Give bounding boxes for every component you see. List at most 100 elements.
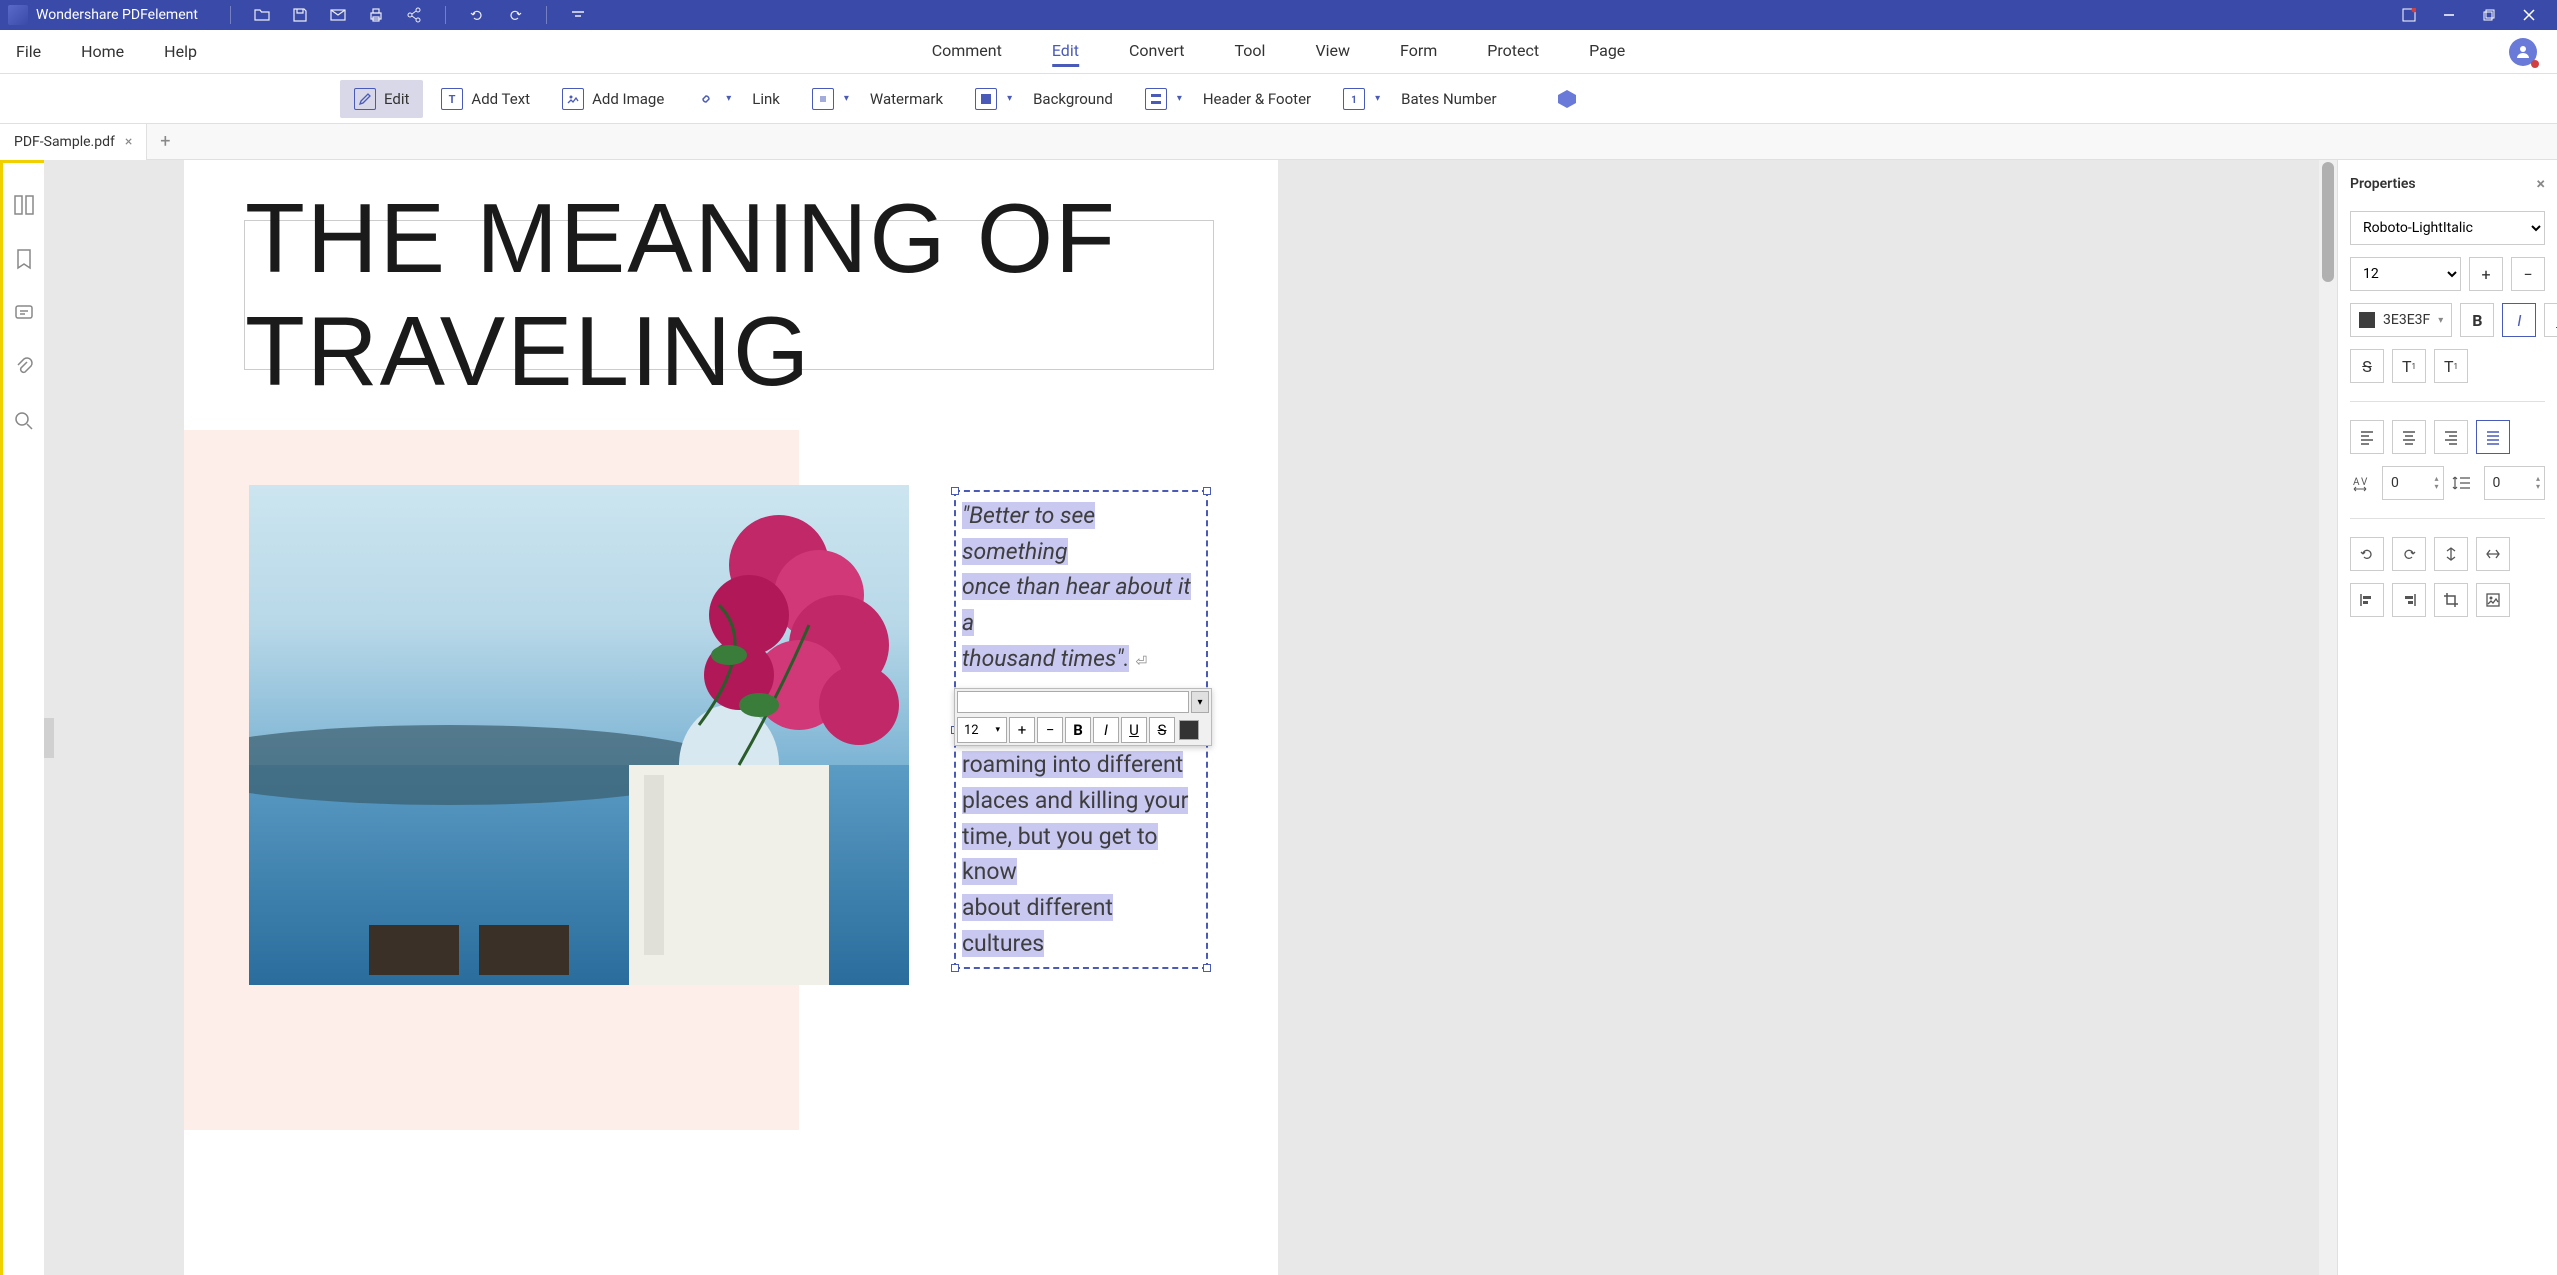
maximize-button[interactable] — [2469, 0, 2509, 30]
tool-add-image[interactable]: Add Image — [548, 80, 678, 118]
replace-image-button[interactable] — [2476, 583, 2510, 617]
notification-icon[interactable] — [2389, 0, 2429, 30]
decrease-size-button[interactable]: − — [1037, 717, 1063, 743]
comments-icon[interactable] — [12, 301, 36, 325]
image-placeholder[interactable] — [249, 485, 909, 985]
menu-form[interactable]: Form — [1400, 37, 1437, 67]
crop-button[interactable] — [2434, 583, 2468, 617]
app-logo — [8, 5, 28, 25]
document-tab[interactable]: PDF-Sample.pdf × — [0, 124, 147, 160]
underline-button[interactable]: U — [2544, 303, 2557, 337]
resize-handle[interactable] — [951, 964, 959, 972]
search-icon[interactable] — [12, 409, 36, 433]
floating-format-toolbar: ▾ 12▾ + − B I U S — [954, 688, 1212, 746]
menu-view[interactable]: View — [1315, 37, 1350, 67]
more-icon[interactable] — [569, 6, 587, 24]
edit-icon — [354, 88, 376, 110]
text-color-select[interactable]: 3E3E3F ▾ — [2350, 303, 2452, 337]
minimize-button[interactable] — [2429, 0, 2469, 30]
dropdown-arrow-icon[interactable]: ▾ — [726, 94, 736, 104]
menu-help[interactable]: Help — [164, 38, 197, 65]
tool-edit[interactable]: Edit — [340, 80, 423, 118]
dropdown-arrow-icon[interactable]: ▾ — [844, 94, 854, 104]
align-center-button[interactable] — [2392, 420, 2426, 454]
italic-button[interactable]: I — [2502, 303, 2536, 337]
text-color-swatch[interactable] — [1179, 720, 1199, 740]
resize-handle[interactable] — [951, 487, 959, 495]
font-size-select[interactable]: 12 — [2350, 257, 2461, 291]
strikethrough-button[interactable]: S — [2350, 349, 2384, 383]
undo-icon[interactable] — [468, 6, 486, 24]
separator — [230, 6, 231, 24]
strikethrough-button[interactable]: S — [1149, 717, 1175, 743]
tool-add-text[interactable]: T Add Text — [427, 80, 544, 118]
thumbnails-icon[interactable] — [12, 193, 36, 217]
dropdown-arrow-icon[interactable]: ▾ — [1177, 94, 1187, 104]
panel-close-icon[interactable]: × — [2537, 174, 2546, 193]
tool-background[interactable]: ▾ Background — [961, 80, 1127, 118]
tool-bates-number[interactable]: 1 ▾ Bates Number — [1329, 80, 1510, 118]
font-family-select[interactable] — [957, 691, 1189, 713]
increase-size-button[interactable]: + — [1009, 717, 1035, 743]
heading-text-box[interactable]: THE MEANING OF TRAVELING — [244, 220, 1214, 370]
redo-icon[interactable] — [506, 6, 524, 24]
menu-file[interactable]: File — [16, 38, 41, 65]
menu-convert[interactable]: Convert — [1129, 37, 1185, 67]
dropdown-arrow-icon[interactable]: ▾ — [1191, 691, 1209, 713]
ai-assistant-icon[interactable] — [1555, 87, 1579, 111]
flip-horizontal-button[interactable] — [2476, 537, 2510, 571]
new-tab-button[interactable]: + — [147, 124, 183, 160]
open-folder-icon[interactable] — [253, 6, 271, 24]
italic-button[interactable]: I — [1093, 717, 1119, 743]
align-objects-right-button[interactable] — [2392, 583, 2426, 617]
menu-comment[interactable]: Comment — [932, 37, 1002, 67]
heading-text: THE MEANING OF TRAVELING — [245, 182, 1213, 408]
underline-button[interactable]: U — [1121, 717, 1147, 743]
menu-page[interactable]: Page — [1589, 37, 1625, 67]
menu-edit[interactable]: Edit — [1052, 37, 1079, 67]
tool-label: Edit — [384, 90, 409, 108]
align-justify-button[interactable] — [2476, 420, 2510, 454]
separator — [546, 6, 547, 24]
dropdown-arrow-icon[interactable]: ▾ — [1007, 94, 1017, 104]
tool-label: Add Text — [471, 90, 530, 108]
superscript-button[interactable]: T1 — [2392, 349, 2426, 383]
rotate-right-button[interactable] — [2392, 537, 2426, 571]
document-canvas[interactable]: THE MEANING OF TRAVELING — [44, 160, 2337, 1275]
share-icon[interactable] — [405, 6, 423, 24]
font-family-select[interactable]: Roboto-LightItalic — [2350, 211, 2545, 245]
dropdown-arrow-icon[interactable]: ▾ — [1375, 94, 1385, 104]
increase-size-button[interactable]: + — [2469, 257, 2503, 291]
attachments-icon[interactable] — [12, 355, 36, 379]
subscript-button[interactable]: T1 — [2434, 349, 2468, 383]
save-icon[interactable] — [291, 6, 309, 24]
decrease-size-button[interactable]: − — [2511, 257, 2545, 291]
menu-protect[interactable]: Protect — [1487, 37, 1539, 67]
flip-vertical-button[interactable] — [2434, 537, 2468, 571]
resize-handle[interactable] — [1203, 487, 1211, 495]
align-right-button[interactable] — [2434, 420, 2468, 454]
mail-icon[interactable] — [329, 6, 347, 24]
align-left-button[interactable] — [2350, 420, 2384, 454]
rotate-left-button[interactable] — [2350, 537, 2384, 571]
bold-button[interactable]: B — [1065, 717, 1091, 743]
align-objects-left-button[interactable] — [2350, 583, 2384, 617]
bold-button[interactable]: B — [2460, 303, 2494, 337]
font-size-select[interactable]: 12▾ — [957, 717, 1007, 743]
tool-link[interactable]: ▾ Link — [682, 81, 794, 117]
sidebar-collapse-handle[interactable] — [44, 718, 54, 758]
menu-home[interactable]: Home — [81, 38, 124, 65]
tool-watermark[interactable]: ▾ Watermark — [798, 80, 957, 118]
bookmarks-icon[interactable] — [12, 247, 36, 271]
menu-tool[interactable]: Tool — [1235, 37, 1266, 67]
header-footer-icon — [1145, 88, 1167, 110]
resize-handle[interactable] — [1203, 964, 1211, 972]
user-avatar[interactable] — [2509, 38, 2537, 66]
char-spacing-input[interactable]: 0 ▴▾ — [2382, 466, 2444, 500]
close-button[interactable] — [2509, 0, 2549, 30]
tool-header-footer[interactable]: ▾ Header & Footer — [1131, 80, 1325, 118]
line-spacing-input[interactable]: 0 ▴▾ — [2484, 466, 2546, 500]
scrollbar-thumb[interactable] — [2322, 162, 2334, 282]
tab-close-icon[interactable]: × — [125, 134, 132, 150]
print-icon[interactable] — [367, 6, 385, 24]
